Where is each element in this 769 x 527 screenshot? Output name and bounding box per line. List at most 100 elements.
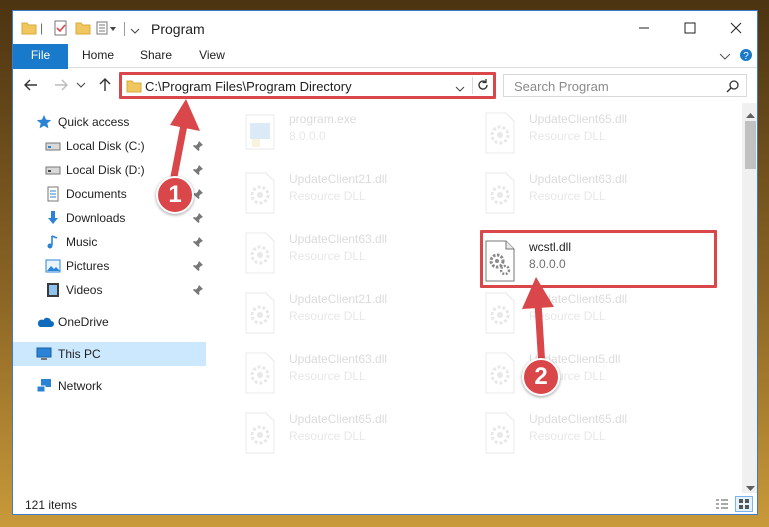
star-icon: [36, 114, 52, 130]
pictures-icon: [45, 258, 61, 274]
vertical-scrollbar[interactable]: [742, 103, 757, 493]
maximize-button[interactable]: [667, 11, 713, 44]
forward-button[interactable]: [51, 75, 71, 95]
sidebar-item-label: Videos: [66, 283, 103, 297]
dll-icon: [238, 229, 282, 277]
file-item[interactable]: UpdateClient65.dll Resource DLL: [234, 405, 474, 461]
chevron-down-icon[interactable]: [130, 24, 140, 38]
sidebar-item-label: Music: [66, 235, 98, 249]
file-list: program.exe 8.0.0.0 UpdateClient65.dll R…: [208, 103, 741, 493]
up-button[interactable]: [95, 75, 115, 95]
search-box[interactable]: Search Program: [503, 74, 747, 97]
expand-ribbon-icon[interactable]: [719, 51, 731, 65]
file-name: UpdateClient63.dll: [529, 172, 628, 186]
file-highlight: [480, 230, 717, 288]
sidebar-item-onedrive[interactable]: OneDrive: [13, 310, 206, 334]
cloud-icon: [36, 314, 54, 330]
sidebar-item-network[interactable]: Network: [13, 374, 206, 398]
new-folder-icon[interactable]: [75, 20, 91, 39]
properties-icon[interactable]: [53, 20, 69, 39]
pin-icon[interactable]: [192, 236, 204, 248]
file-name: program.exe: [289, 112, 357, 126]
callout-1: 1: [156, 176, 194, 214]
file-type: Resource DLL: [529, 429, 606, 443]
navigation-bar: C:\Program Files\Program Directory Searc…: [13, 69, 757, 101]
item-count: 121 items: [25, 498, 78, 512]
file-type: Resource DLL: [529, 129, 606, 143]
close-icon: [730, 22, 742, 33]
file-name: UpdateClient65.dll: [529, 412, 628, 426]
ribbon: File Home Share View ?: [13, 44, 757, 100]
file-item[interactable]: UpdateClient21.dll Resource DLL: [234, 165, 474, 221]
sidebar-item-label: Documents: [66, 187, 127, 201]
sidebar-item-this-pc[interactable]: This PC: [13, 342, 206, 366]
file-type: Resource DLL: [289, 249, 366, 263]
explorer-window: | Program File Home Share View ? C:\Prog…: [12, 10, 758, 515]
dll-icon: [238, 349, 282, 397]
file-type: Resource DLL: [529, 189, 606, 203]
sidebar-item-videos[interactable]: Videos: [13, 278, 206, 302]
sidebar-item-pictures[interactable]: Pictures: [13, 254, 206, 278]
file-item[interactable]: UpdateClient65.dll Resource DLL: [474, 405, 714, 461]
file-type: Resource DLL: [289, 429, 366, 443]
callout-2: 2: [522, 358, 560, 396]
tab-view[interactable]: View: [189, 44, 235, 67]
details-view-icon[interactable]: [715, 497, 729, 514]
search-icon[interactable]: [726, 79, 740, 96]
pin-icon[interactable]: [192, 260, 204, 272]
videos-icon: [45, 282, 61, 298]
recent-locations-button[interactable]: [75, 75, 87, 95]
minimize-icon: [639, 27, 649, 28]
tab-share[interactable]: Share: [133, 44, 179, 67]
computer-icon: [36, 346, 52, 362]
drive-icon: [45, 162, 61, 178]
scroll-up-icon[interactable]: [746, 107, 755, 121]
dll-icon: [238, 409, 282, 457]
file-name: UpdateClient21.dll: [289, 292, 388, 306]
network-icon: [36, 378, 52, 394]
file-item[interactable]: UpdateClient63.dll Resource DLL: [234, 225, 474, 281]
dll-icon: [478, 409, 522, 457]
file-item[interactable]: UpdateClient63.dll Resource DLL: [234, 345, 474, 401]
large-icons-view-icon[interactable]: [735, 496, 753, 512]
sidebar-item-label: Local Disk (D:): [66, 163, 145, 177]
pin-icon[interactable]: [192, 212, 204, 224]
file-name: UpdateClient21.dll: [289, 172, 388, 186]
dll-icon: [238, 289, 282, 337]
file-item[interactable]: UpdateClient5.dll Resource DLL: [474, 345, 714, 401]
dll-icon: [478, 289, 522, 337]
sidebar-item-label: Pictures: [66, 259, 110, 273]
pin-icon[interactable]: [192, 284, 204, 296]
file-name: UpdateClient63.dll: [289, 352, 388, 366]
back-button[interactable]: [21, 75, 41, 95]
forward-arrow-icon: [55, 79, 68, 91]
file-item[interactable]: UpdateClient63.dll Resource DLL: [474, 165, 714, 221]
file-name: UpdateClient65.dll: [289, 412, 388, 426]
up-arrow-icon: [99, 78, 111, 91]
dll-icon: [238, 169, 282, 217]
file-item[interactable]: UpdateClient21.dll Resource DLL: [234, 285, 474, 341]
tab-home[interactable]: Home: [75, 44, 121, 67]
status-bar: 121 items: [13, 493, 757, 514]
customize-toolbar-icon[interactable]: [96, 20, 120, 39]
close-button[interactable]: [713, 11, 757, 44]
title-separator: [124, 22, 125, 36]
minimize-button[interactable]: [621, 11, 667, 44]
file-type: Resource DLL: [289, 309, 366, 323]
file-item[interactable]: program.exe 8.0.0.0: [234, 105, 474, 161]
scrollbar-thumb[interactable]: [745, 121, 756, 169]
sidebar-item-label: Local Disk (C:): [66, 139, 145, 153]
sidebar-item-music[interactable]: Music: [13, 230, 206, 254]
file-item[interactable]: UpdateClient65.dll Resource DLL: [474, 105, 714, 161]
chevron-down-icon: [76, 82, 86, 88]
file-item[interactable]: UpdateClient65.dll Resource DLL: [474, 285, 714, 341]
file-type: Resource DLL: [289, 369, 366, 383]
file-type: Resource DLL: [289, 189, 366, 203]
maximize-icon: [684, 22, 696, 33]
title-bar: | Program: [13, 11, 757, 44]
file-name: UpdateClient63.dll: [289, 232, 388, 246]
help-icon[interactable]: ?: [739, 48, 753, 65]
dll-icon: [478, 349, 522, 397]
file-name: UpdateClient65.dll: [529, 112, 628, 126]
folder-icon[interactable]: [21, 20, 37, 39]
